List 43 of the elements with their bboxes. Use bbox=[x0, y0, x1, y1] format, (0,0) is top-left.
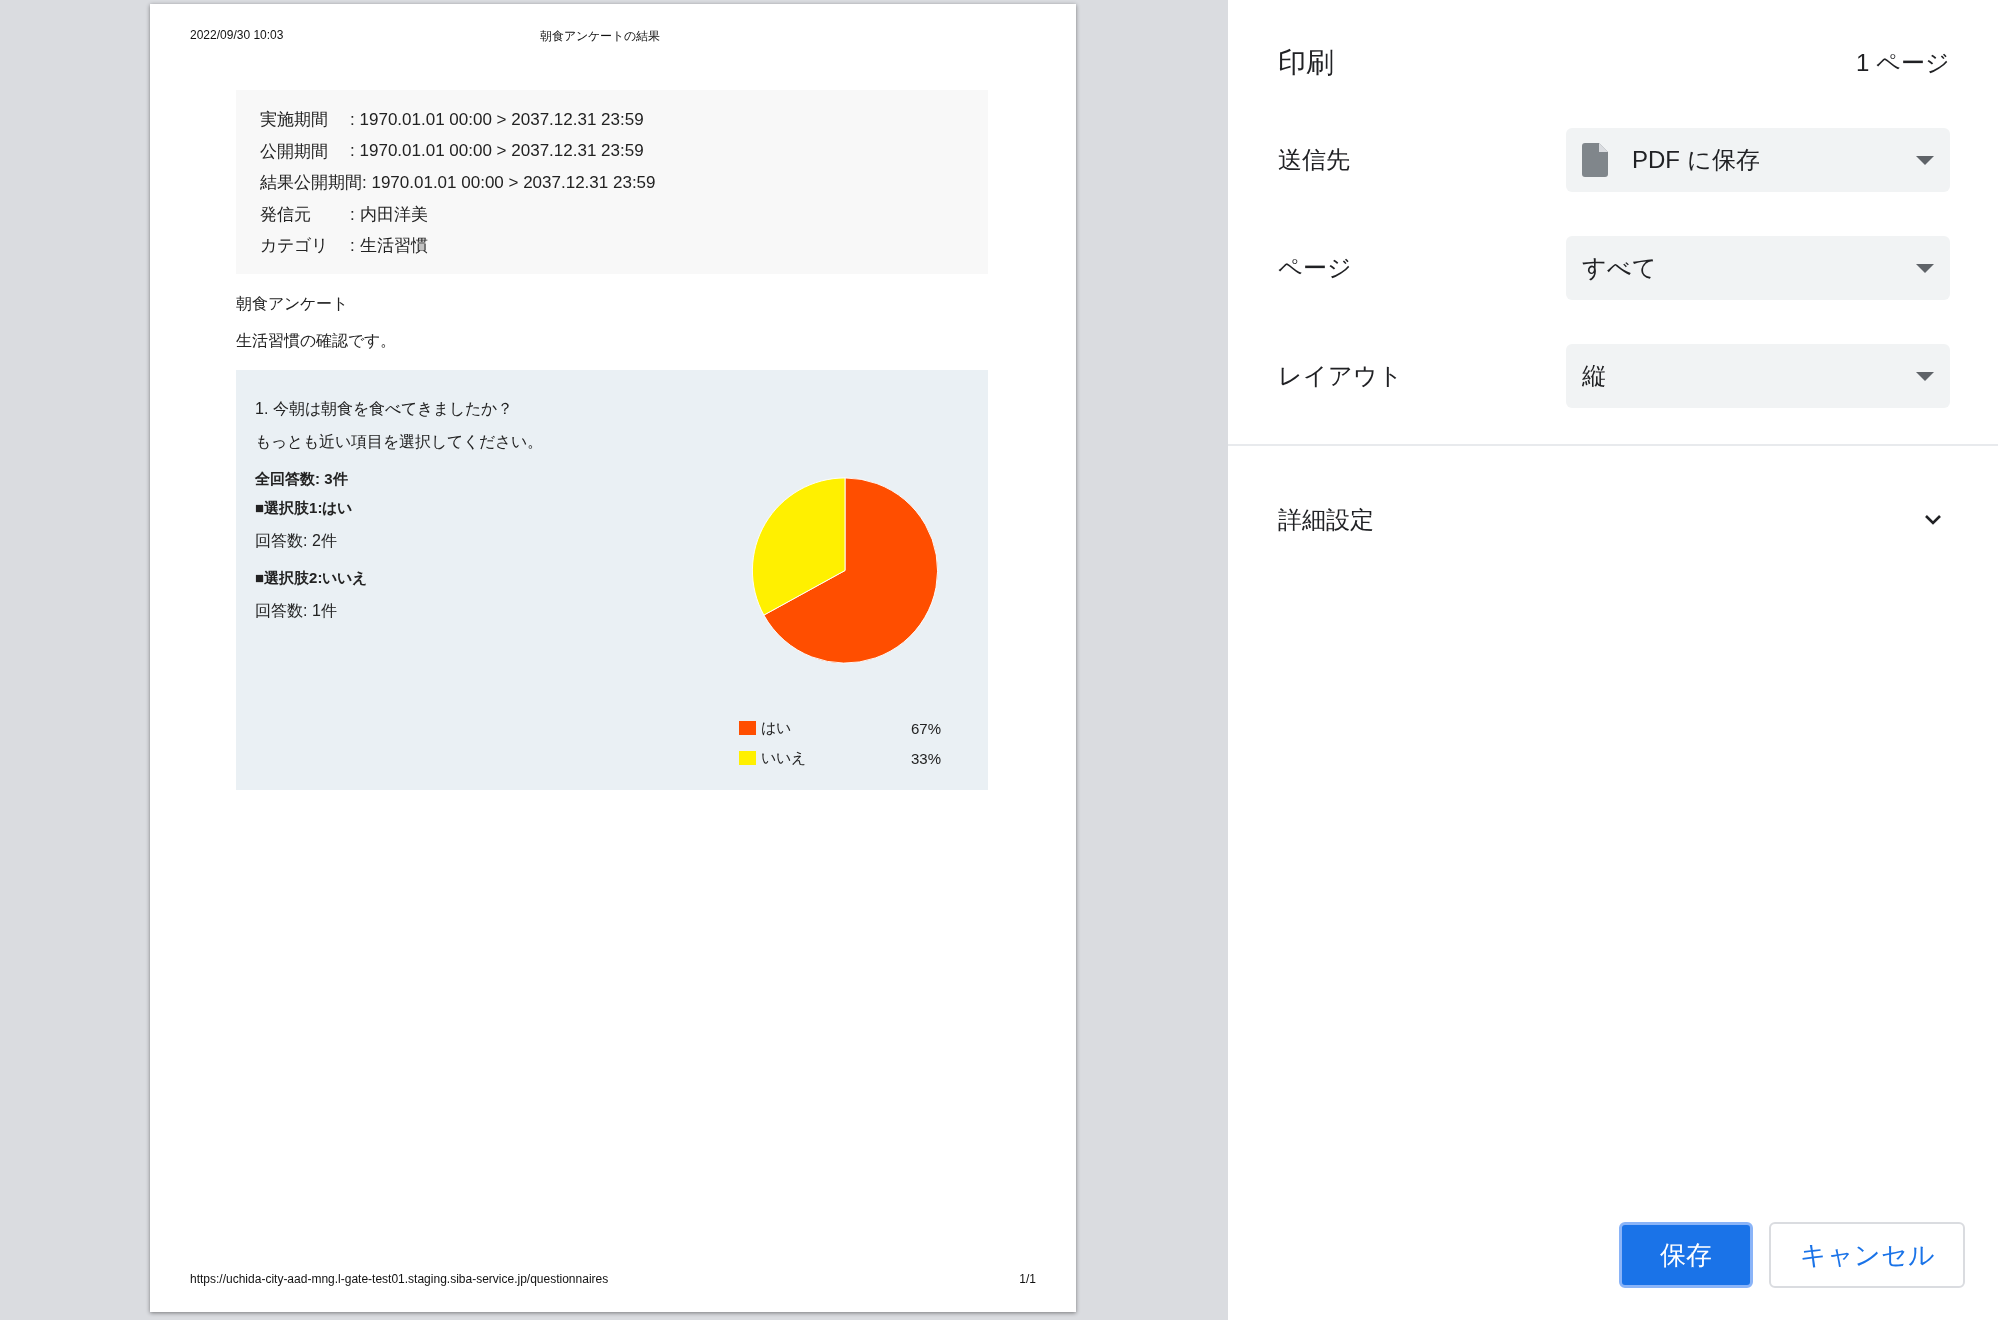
info-value: : 1970.01.01 00:00 > 2037.12.31 23:59 bbox=[350, 109, 644, 130]
question-text: 回答数: 2件 bbox=[255, 530, 338, 551]
info-label: 結果公開期間 bbox=[260, 172, 362, 195]
question-text: もっとも近い項目を選択してください。 bbox=[255, 431, 544, 452]
dropdown-arrow-icon bbox=[1916, 263, 1934, 273]
survey-title: 朝食アンケート bbox=[236, 293, 349, 314]
page-count: 1 ページ bbox=[1856, 48, 1950, 78]
page-header-title: 朝食アンケートの結果 bbox=[539, 29, 660, 43]
result-heading: 全回答数: 3件 bbox=[255, 468, 349, 489]
file-icon bbox=[1582, 143, 1608, 177]
save-button[interactable]: 保存 bbox=[1619, 1222, 1753, 1288]
setting-label: ページ bbox=[1278, 253, 1353, 283]
page-number: 1/1 bbox=[1019, 1272, 1036, 1286]
setting-dropdown[interactable]: 縦 bbox=[1566, 344, 1950, 408]
result-heading: ■選択肢2:いいえ bbox=[255, 567, 369, 588]
legend-label: いいえ bbox=[761, 748, 807, 768]
cancel-button[interactable]: キャンセル bbox=[1769, 1222, 1965, 1288]
info-value: : 内田洋美 bbox=[350, 203, 428, 226]
setting-label: レイアウト bbox=[1278, 361, 1404, 391]
setting-dropdown[interactable]: PDF に保存 bbox=[1566, 128, 1950, 192]
question-text: 回答数: 1件 bbox=[255, 600, 338, 621]
info-label: 公開期間 bbox=[260, 140, 329, 163]
info-label: カテゴリ bbox=[260, 235, 329, 258]
print-date: 2022/09/30 10:03 bbox=[190, 28, 284, 44]
dialog-title: 印刷 bbox=[1278, 46, 1334, 80]
setting-dropdown[interactable]: すべて bbox=[1566, 236, 1950, 300]
survey-description: 生活習慣の確認です。 bbox=[236, 330, 397, 351]
info-label: 実施期間 bbox=[260, 109, 329, 132]
legend-percent: 67% bbox=[910, 719, 941, 737]
info-value: : 1970.01.01 00:00 > 2037.12.31 23:59 bbox=[362, 172, 656, 193]
dropdown-arrow-icon bbox=[1916, 155, 1934, 165]
legend-percent: 33% bbox=[910, 749, 941, 767]
result-heading: ■選択肢1:はい bbox=[255, 497, 354, 518]
info-label: 発信元 bbox=[260, 203, 312, 226]
dropdown-arrow-icon bbox=[1916, 371, 1934, 381]
setting-label: 送信先 bbox=[1278, 145, 1351, 175]
info-value: : 生活習慣 bbox=[350, 235, 428, 258]
page-url: https://uchida-city-aad-mng.l-gate-test01.staging.siba-service.jp/questionnaires bbox=[190, 1272, 609, 1286]
advanced-settings-toggle[interactable]: 詳細設定 bbox=[1228, 504, 1998, 536]
chevron-icon bbox=[1924, 514, 1942, 526]
info-value: : 1970.01.01 00:00 > 2037.12.31 23:59 bbox=[350, 141, 644, 162]
legend-label: はい bbox=[761, 718, 792, 738]
question-text: 1. 今朝は朝食を食べてきましたか？ bbox=[255, 398, 514, 419]
